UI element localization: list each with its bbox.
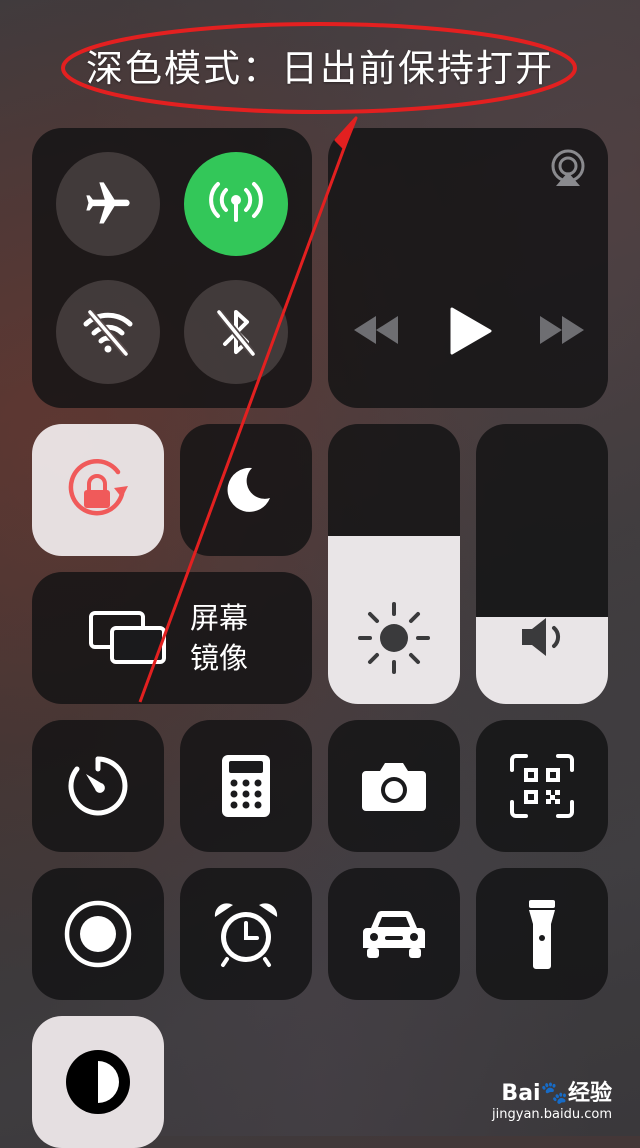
alarm-button[interactable]	[180, 868, 312, 1000]
camera-button[interactable]	[328, 720, 460, 852]
bluetooth-toggle[interactable]	[184, 280, 288, 384]
annotation-title: 深色模式：日出前保持打开	[86, 47, 554, 90]
timer-icon	[68, 756, 128, 816]
speaker-icon	[522, 618, 561, 656]
watermark-brand: Bai	[501, 1081, 541, 1106]
airplane-icon	[86, 182, 130, 224]
sun-icon	[358, 602, 430, 674]
rotation-lock-icon	[68, 458, 128, 516]
dark-mode-button[interactable]	[32, 1016, 164, 1148]
alarm-icon	[214, 903, 278, 967]
antenna-icon	[209, 182, 263, 222]
screen-mirror-icon	[89, 611, 166, 664]
screen-record-icon	[64, 900, 132, 968]
qr-code-icon	[510, 754, 574, 818]
camera-icon	[362, 763, 426, 811]
orientation-lock-button[interactable]	[32, 424, 164, 556]
screen-mirroring-button[interactable]	[32, 572, 312, 704]
baidu-watermark: Bai🐾经验 jingyan.baidu.com	[492, 1075, 612, 1122]
screen-record-button[interactable]	[32, 868, 164, 1000]
flashlight-button[interactable]	[476, 868, 608, 1000]
screen-mirroring-label: 屏幕 镜像	[190, 598, 248, 678]
airplane-mode-toggle[interactable]	[56, 152, 160, 256]
wifi-off-icon	[83, 309, 133, 357]
screen-mirroring-label-line2: 镜像	[190, 641, 249, 675]
timer-button[interactable]	[32, 720, 164, 852]
calculator-icon	[222, 755, 270, 817]
fast-forward-icon[interactable]	[538, 314, 586, 346]
paw-icon: 🐾	[540, 1081, 568, 1106]
car-mode-button[interactable]	[328, 868, 460, 1000]
qr-scanner-button[interactable]	[476, 720, 608, 852]
do-not-disturb-button[interactable]	[180, 424, 312, 556]
rewind-icon[interactable]	[352, 314, 400, 346]
brightness-slider[interactable]	[328, 424, 460, 704]
screen-mirroring-label-line1: 屏幕	[190, 601, 249, 635]
watermark-url: jingyan.baidu.com	[492, 1107, 612, 1122]
watermark-brand2: 经验	[567, 1081, 612, 1106]
dark-mode-icon	[66, 1050, 130, 1114]
flashlight-icon	[529, 900, 555, 969]
cellular-data-toggle[interactable]	[184, 152, 288, 256]
wifi-toggle[interactable]	[56, 280, 160, 384]
airplay-icon[interactable]	[546, 148, 590, 188]
bluetooth-off-icon	[216, 309, 256, 357]
moon-icon	[227, 467, 270, 512]
play-icon[interactable]	[448, 306, 492, 356]
car-icon	[363, 910, 425, 958]
calculator-button[interactable]	[180, 720, 312, 852]
volume-slider[interactable]	[476, 424, 608, 704]
